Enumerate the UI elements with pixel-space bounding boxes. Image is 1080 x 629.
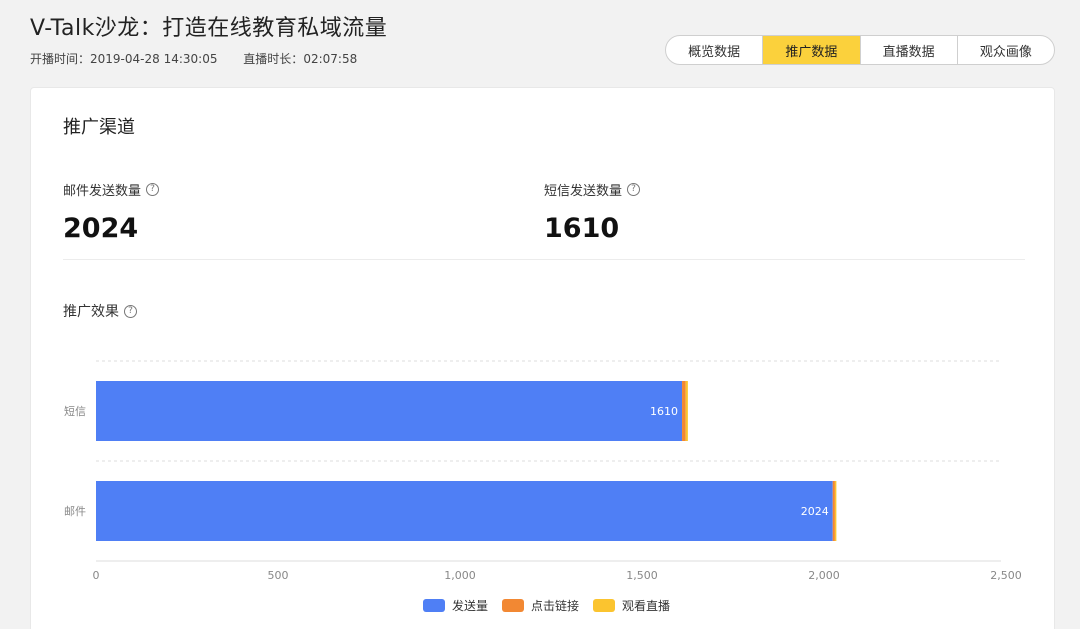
tab-overview[interactable]: 概览数据 (666, 36, 762, 64)
data-tabs: 概览数据 推广数据 直播数据 观众画像 (665, 35, 1055, 65)
y-category-label: 邮件 (64, 505, 86, 518)
chart-legend: 发送量 点击链接 观看直播 (423, 597, 684, 614)
legend-item-send[interactable]: 发送量 (423, 597, 488, 614)
legend-item-watch[interactable]: 观看直播 (593, 597, 670, 614)
x-tick-label: 0 (93, 569, 100, 582)
bar-data-label: 1610 (650, 405, 678, 418)
x-tick-label: 500 (268, 569, 289, 582)
bar-data-label: 2024 (801, 505, 829, 518)
y-category-label: 短信 (64, 404, 86, 418)
legend-item-click[interactable]: 点击链接 (502, 597, 579, 614)
x-tick-label: 2,500 (990, 569, 1022, 582)
live-meta: 开播时间：2019-04-28 14:30:05 直播时长：02:07:58 (30, 50, 387, 67)
x-tick-label: 2,000 (808, 569, 840, 582)
promotion-card: 推广渠道 邮件发送数量 ? 2024 短信发送数量 ? 1610 推广效果 ? … (30, 87, 1055, 629)
x-tick-label: 1,500 (626, 569, 658, 582)
bar-segment[interactable] (96, 381, 683, 441)
legend-swatch-click (502, 599, 525, 612)
x-tick-label: 1,000 (444, 569, 476, 582)
legend-swatch-watch (593, 599, 616, 612)
promotion-effect-chart: 0 500 1,000 1,500 2,000 2,500 短信 1610 邮件 2024 (64, 360, 1022, 582)
tab-audience[interactable]: 观众画像 (956, 36, 1054, 64)
live-duration: 直播时长：02:07:58 (243, 52, 358, 66)
start-time: 开播时间：2019-04-28 14:30:05 (30, 52, 218, 66)
bar-segment[interactable] (96, 481, 833, 541)
tab-promotion[interactable]: 推广数据 (762, 36, 860, 64)
tab-live[interactable]: 直播数据 (859, 36, 957, 64)
bar-segment[interactable] (685, 381, 688, 441)
bar-segment[interactable] (832, 481, 835, 541)
bar-segment[interactable] (834, 481, 837, 541)
page-title: V-Talk沙龙：打造在线教育私域流量 (30, 16, 388, 41)
page-header: V-Talk沙龙：打造在线教育私域流量 开播时间：2019-04-28 14:3… (30, 10, 387, 67)
legend-swatch-send (423, 599, 445, 612)
bar-segment[interactable] (682, 381, 686, 441)
